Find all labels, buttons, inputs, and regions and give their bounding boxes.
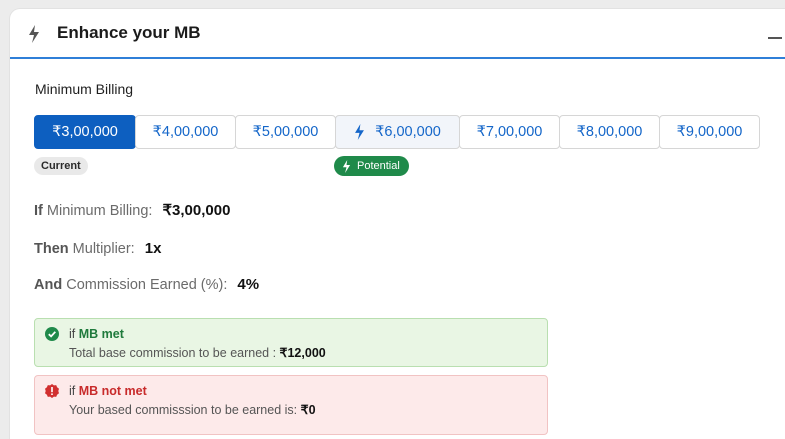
check-badge-icon	[45, 327, 59, 341]
mb-met-alert: if MB met Total base commission to be ea…	[34, 318, 548, 367]
and-value: 4%	[237, 276, 260, 293]
and-label: Commission Earned (%):	[66, 277, 228, 293]
if-prefix: if	[69, 384, 76, 398]
and-keyword: And	[34, 277, 63, 293]
bolt-icon	[29, 25, 39, 43]
option-label: ₹3,00,000	[52, 124, 118, 140]
mb-not-met-heading: if MB not met	[69, 384, 537, 398]
option-label: ₹8,00,000	[576, 124, 643, 140]
option-label: ₹4,00,000	[152, 124, 219, 140]
error-badge-icon	[45, 384, 59, 398]
billing-options: ₹3,00,000 ₹4,00,000 ₹5,00,000 ₹6,00,000 …	[34, 115, 760, 149]
billing-option-300000[interactable]: ₹3,00,000	[34, 115, 136, 149]
mb-not-met-text: Your based commisssion to be earned is:	[69, 403, 301, 417]
if-keyword: If	[34, 203, 43, 219]
enhance-mb-card: Enhance your MB Minimum Billing ₹3,00,00…	[10, 9, 785, 439]
then-value: 1x	[144, 240, 162, 257]
minimize-button[interactable]	[768, 37, 782, 39]
then-label: Multiplier:	[72, 241, 135, 257]
if-prefix: if	[69, 327, 76, 341]
then-keyword: Then	[34, 241, 69, 257]
mb-met-heading: if MB met	[69, 327, 537, 341]
option-label: ₹7,00,000	[476, 124, 543, 140]
bolt-icon	[355, 124, 365, 140]
mb-met-amount: ₹12,000	[279, 346, 326, 360]
billing-option-600000[interactable]: ₹6,00,000	[335, 115, 460, 149]
and-commission-row: And Commission Earned (%): 4%	[34, 276, 259, 293]
mb-met-text: Total base commission to be earned :	[69, 346, 280, 360]
mb-not-met-detail: Your based commisssion to be earned is: …	[69, 402, 537, 417]
potential-badge: Potential	[334, 156, 409, 176]
mb-met-status: MB met	[78, 327, 124, 341]
mb-not-met-status: MB not met	[78, 384, 147, 398]
mb-met-detail: Total base commission to be earned : ₹12…	[69, 345, 537, 360]
billing-option-500000[interactable]: ₹5,00,000	[235, 115, 336, 149]
option-label: ₹5,00,000	[252, 124, 319, 140]
then-multiplier-row: Then Multiplier: 1x	[34, 240, 161, 257]
current-badge: Current	[34, 157, 88, 175]
billing-option-800000[interactable]: ₹8,00,000	[559, 115, 660, 149]
option-label: ₹9,00,000	[676, 124, 743, 140]
if-label: Minimum Billing:	[46, 203, 153, 219]
billing-option-900000[interactable]: ₹9,00,000	[659, 115, 760, 149]
card-title: Enhance your MB	[57, 23, 201, 42]
if-value: ₹3,00,000	[162, 202, 231, 219]
potential-badge-label: Potential	[357, 160, 400, 172]
billing-option-700000[interactable]: ₹7,00,000	[459, 115, 560, 149]
mb-not-met-alert: if MB not met Your based commisssion to …	[34, 375, 548, 435]
if-minimum-billing-row: If Minimum Billing: ₹3,00,000	[34, 201, 230, 219]
option-label: ₹6,00,000	[375, 124, 441, 140]
minimum-billing-label: Minimum Billing	[35, 81, 134, 97]
bolt-icon	[342, 159, 351, 173]
billing-option-400000[interactable]: ₹4,00,000	[135, 115, 236, 149]
mb-not-met-amount: ₹0	[300, 403, 316, 417]
card-header: Enhance your MB	[10, 9, 785, 59]
